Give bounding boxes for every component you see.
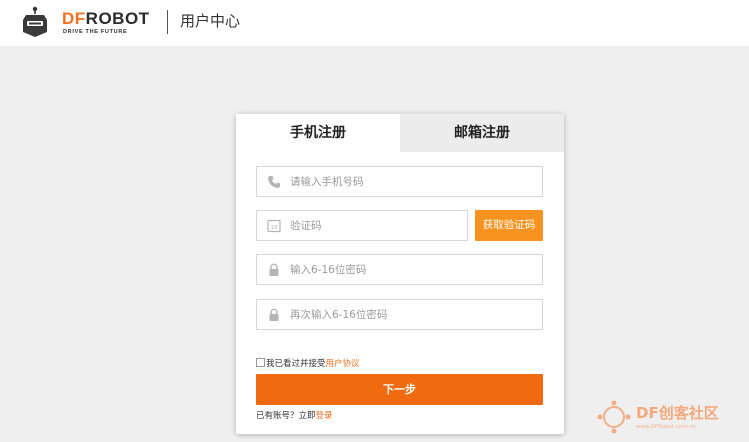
login-link[interactable]: 登录 bbox=[316, 411, 333, 421]
svg-text:18: 18 bbox=[271, 225, 278, 231]
next-step-button[interactable]: 下一步 bbox=[256, 374, 543, 405]
phone-icon bbox=[268, 176, 280, 188]
community-watermark: DF创客社区 www.DFRobot.com.cn bbox=[596, 398, 736, 438]
user-agreement-link[interactable]: 用户协议 bbox=[326, 359, 360, 369]
verification-code-input[interactable] bbox=[290, 211, 460, 240]
register-card: 手机注册 邮箱注册 18 获取验证码 我已看过并接受用户协议 下一步 已有账 bbox=[236, 114, 564, 434]
logo-tagline: DRIVE THE FUTURE bbox=[63, 29, 128, 35]
login-prompt: 已有账号？立即登录 bbox=[256, 411, 333, 422]
phone-field bbox=[256, 166, 543, 197]
verification-code-icon: 18 bbox=[267, 219, 281, 233]
verification-code-field: 18 bbox=[256, 210, 468, 241]
dfrobot-logo-text[interactable]: DFROBOT bbox=[62, 10, 150, 27]
page-title: 用户中心 bbox=[180, 12, 241, 30]
agreement-row: 我已看过并接受用户协议 bbox=[256, 358, 360, 370]
lock-icon bbox=[269, 263, 279, 276]
tab-phone-register[interactable]: 手机注册 bbox=[236, 114, 400, 152]
watermark-url: www.DFRobot.com.cn bbox=[636, 424, 696, 430]
lock-icon bbox=[269, 308, 279, 321]
agree-checkbox[interactable] bbox=[256, 358, 265, 367]
password-input[interactable] bbox=[290, 255, 530, 284]
top-header: DFROBOT DRIVE THE FUTURE 用户中心 bbox=[0, 0, 749, 46]
agree-text: 我已看过并接受 bbox=[266, 359, 326, 369]
tab-email-register[interactable]: 邮箱注册 bbox=[400, 114, 564, 152]
watermark-brand: DF创客社区 bbox=[636, 404, 719, 422]
have-account-text: 已有账号？立即 bbox=[256, 411, 316, 421]
dfrobot-robot-logo-icon[interactable] bbox=[22, 6, 48, 38]
password-field bbox=[256, 254, 543, 285]
df-community-logo-icon bbox=[597, 400, 631, 434]
get-code-button[interactable]: 获取验证码 bbox=[475, 210, 543, 241]
header-divider bbox=[167, 10, 168, 34]
phone-input[interactable] bbox=[290, 167, 530, 196]
confirm-password-input[interactable] bbox=[290, 300, 530, 329]
confirm-password-field bbox=[256, 299, 543, 330]
